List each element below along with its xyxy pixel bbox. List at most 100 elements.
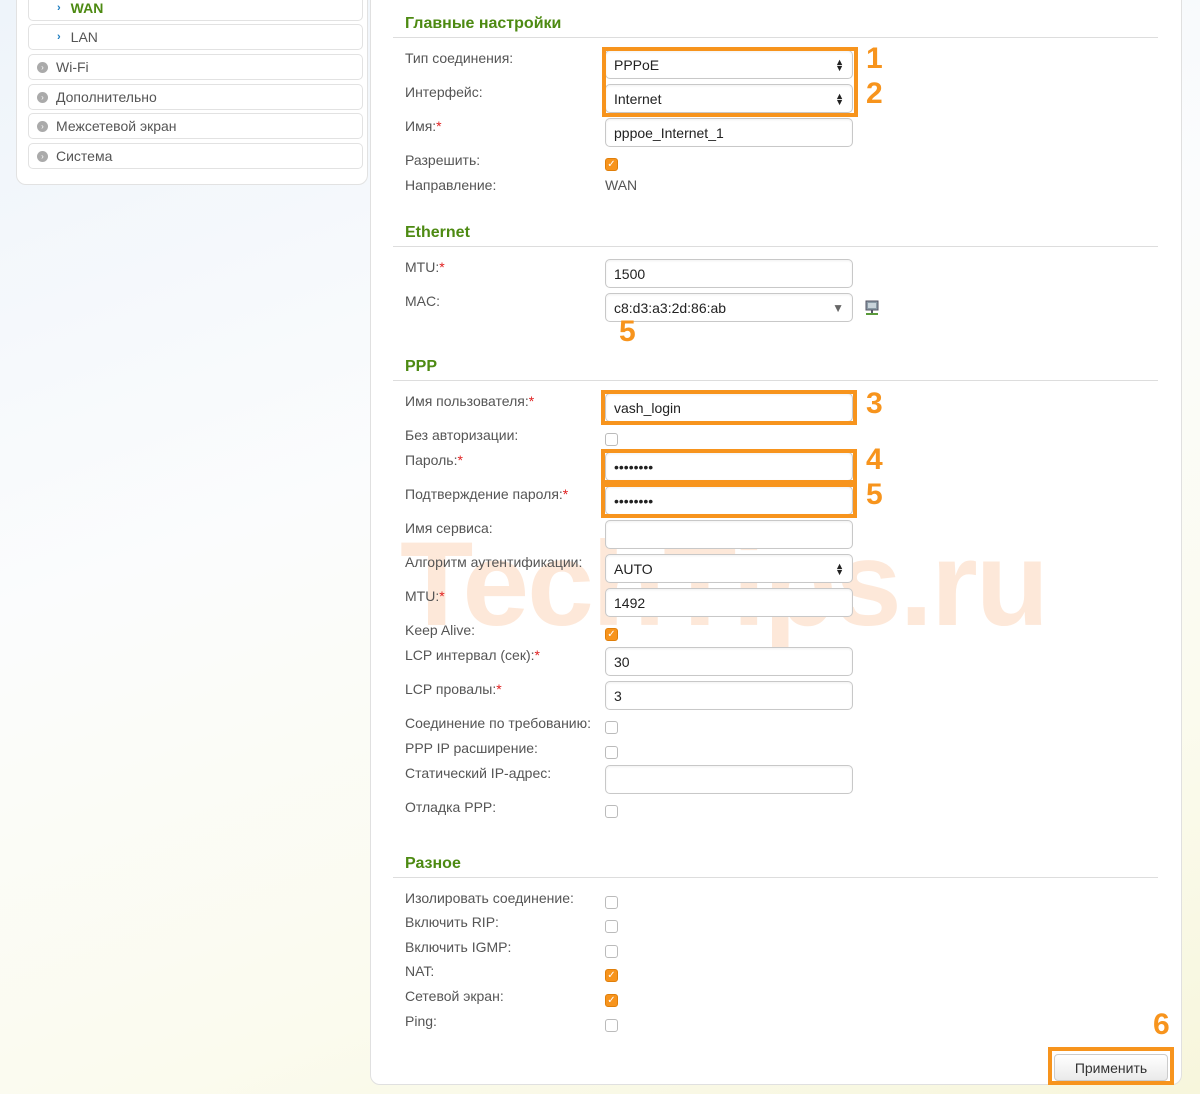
sidebar-item-label: Дополнительно bbox=[56, 89, 157, 105]
checkbox[interactable] bbox=[605, 721, 618, 734]
label-text: Соединение по требованию: bbox=[405, 715, 592, 731]
divider bbox=[393, 877, 1158, 878]
annotation-number: 6 bbox=[1153, 1008, 1170, 1041]
text-input[interactable]: •••••••• bbox=[605, 486, 853, 515]
select-arrows-icon: ▲ ▼ bbox=[835, 560, 844, 577]
label-text: NAT: bbox=[405, 963, 435, 979]
field-label: Включить IGMP: bbox=[405, 939, 511, 955]
label-text: MTU: bbox=[405, 588, 440, 604]
section-misc-title: Разное bbox=[405, 855, 461, 872]
checkbox[interactable]: ✓ bbox=[605, 969, 618, 982]
text-input[interactable] bbox=[605, 520, 853, 549]
sidebar-item-4[interactable]: › Межсетевой экран bbox=[28, 113, 363, 139]
mac-combobox[interactable]: c8:d3:a3:2d:86:ab ▼ bbox=[605, 293, 853, 322]
select-arrows-icon: ▲ ▼ bbox=[835, 90, 844, 107]
select-arrows-icon: ▲ ▼ bbox=[835, 56, 844, 73]
checkbox[interactable] bbox=[605, 746, 618, 759]
expand-bullet-icon: › bbox=[37, 120, 48, 132]
text-input[interactable] bbox=[605, 765, 853, 794]
field-label: Имя пользователя:* bbox=[405, 393, 534, 409]
dropdown-arrow-icon[interactable]: ▼ bbox=[832, 301, 844, 315]
field-label: PPP IP расширение: bbox=[405, 740, 538, 756]
field-label: Без авторизации: bbox=[405, 427, 518, 443]
annotation-number: 2 bbox=[866, 77, 883, 110]
sidebar-item-5[interactable]: › Система bbox=[28, 143, 363, 169]
text-input[interactable]: •••••••• bbox=[605, 452, 853, 481]
text-input[interactable]: vash_login bbox=[605, 393, 853, 422]
required-marker: * bbox=[439, 588, 445, 604]
annotation-number: 3 bbox=[866, 387, 883, 420]
label-text: Имя пользователя: bbox=[405, 393, 529, 409]
field-value: •••••••• bbox=[614, 492, 654, 509]
required-marker: * bbox=[496, 681, 502, 697]
label-text: Разрешить: bbox=[405, 152, 481, 168]
apply-button[interactable]: Применить bbox=[1054, 1054, 1168, 1081]
field-value: 1500 bbox=[614, 265, 646, 282]
checkbox[interactable]: ✓ bbox=[605, 628, 618, 641]
label-text: Направление: bbox=[405, 177, 497, 193]
label-text: Статический IP-адрес: bbox=[405, 765, 552, 781]
field-label: Сетевой экран: bbox=[405, 988, 504, 1004]
field-value: PPPoE bbox=[614, 56, 660, 73]
field-label: Пароль:* bbox=[405, 452, 463, 468]
field-value: •••••••• bbox=[614, 458, 654, 475]
field-label: Соединение по требованию: bbox=[405, 715, 591, 731]
sidebar-item-label: LAN bbox=[70, 29, 98, 45]
text-input[interactable]: 1492 bbox=[605, 588, 853, 617]
label-text: MTU: bbox=[405, 259, 440, 275]
section-ppp-title: PPP bbox=[405, 358, 438, 375]
field-value: pppoe_Internet_1 bbox=[614, 124, 724, 141]
field-value: c8:d3:a3:2d:86:ab bbox=[614, 299, 727, 316]
field-label: Статический IP-адрес: bbox=[405, 765, 551, 781]
field-label: MAC: bbox=[405, 293, 440, 309]
label-text: Ping: bbox=[405, 1013, 437, 1029]
text-input[interactable]: 1500 bbox=[605, 259, 853, 288]
text-input[interactable]: pppoe_Internet_1 bbox=[605, 118, 853, 147]
checkbox[interactable] bbox=[605, 896, 618, 909]
field-label: Подтверждение пароля:* bbox=[405, 486, 568, 502]
select-dropdown[interactable]: Internet ▲ ▼ bbox=[605, 84, 853, 113]
field-label: LCP провалы:* bbox=[405, 681, 502, 697]
sidebar-item-3[interactable]: › Дополнительно bbox=[28, 84, 363, 110]
annotation-number: 1 bbox=[866, 42, 883, 75]
field-label: Keep Alive: bbox=[405, 622, 475, 638]
checkbox[interactable] bbox=[605, 1019, 618, 1032]
label-text: Без авторизации: bbox=[405, 427, 519, 443]
field-label: MTU:* bbox=[405, 588, 445, 604]
label-text: Подтверждение пароля: bbox=[405, 486, 563, 502]
text-input[interactable]: 30 bbox=[605, 647, 853, 676]
section-main-title: Главные настройки bbox=[405, 15, 562, 32]
field-label: Изолировать соединение: bbox=[405, 890, 574, 906]
field-label: Направление: bbox=[405, 177, 496, 193]
field-label: Имя:* bbox=[405, 118, 442, 134]
text-input[interactable]: 3 bbox=[605, 681, 853, 710]
field-value: Internet bbox=[614, 90, 662, 107]
label-text: LCP интервал (сек): bbox=[405, 647, 535, 663]
select-dropdown[interactable]: PPPoE ▲ ▼ bbox=[605, 50, 853, 79]
checkbox[interactable] bbox=[605, 433, 618, 446]
label-text: Изолировать соединение: bbox=[405, 890, 574, 906]
select-dropdown[interactable]: AUTO ▲ ▼ bbox=[605, 554, 853, 583]
field-value: AUTO bbox=[614, 560, 653, 577]
field-label: Разрешить: bbox=[405, 152, 480, 168]
field-label: MTU:* bbox=[405, 259, 445, 275]
sidebar-item-2[interactable]: › Wi-Fi bbox=[28, 54, 363, 80]
sidebar-item-0[interactable]: › WAN bbox=[28, 0, 363, 21]
sidebar-item-label: WAN bbox=[70, 0, 104, 16]
checkbox[interactable]: ✓ bbox=[605, 158, 618, 171]
sidebar-item-label: Межсетевой экран bbox=[56, 118, 177, 134]
checkbox[interactable]: ✓ bbox=[605, 994, 618, 1007]
annotation-number: 5 bbox=[619, 315, 636, 348]
checkbox[interactable] bbox=[605, 805, 618, 818]
network-computer-icon[interactable] bbox=[864, 300, 880, 316]
checkbox[interactable] bbox=[605, 920, 618, 933]
label-text: MAC: bbox=[405, 293, 440, 309]
checkbox[interactable] bbox=[605, 945, 618, 958]
required-marker: * bbox=[439, 259, 445, 275]
sidebar-item-label: Wi-Fi bbox=[56, 59, 89, 75]
field-label: Алгоритм аутентификации: bbox=[405, 554, 582, 570]
direction-value: WAN bbox=[605, 177, 638, 193]
field-label: Включить RIP: bbox=[405, 914, 499, 930]
sidebar-item-1[interactable]: › LAN bbox=[28, 24, 363, 50]
section-ethernet-title: Ethernet bbox=[405, 224, 470, 241]
